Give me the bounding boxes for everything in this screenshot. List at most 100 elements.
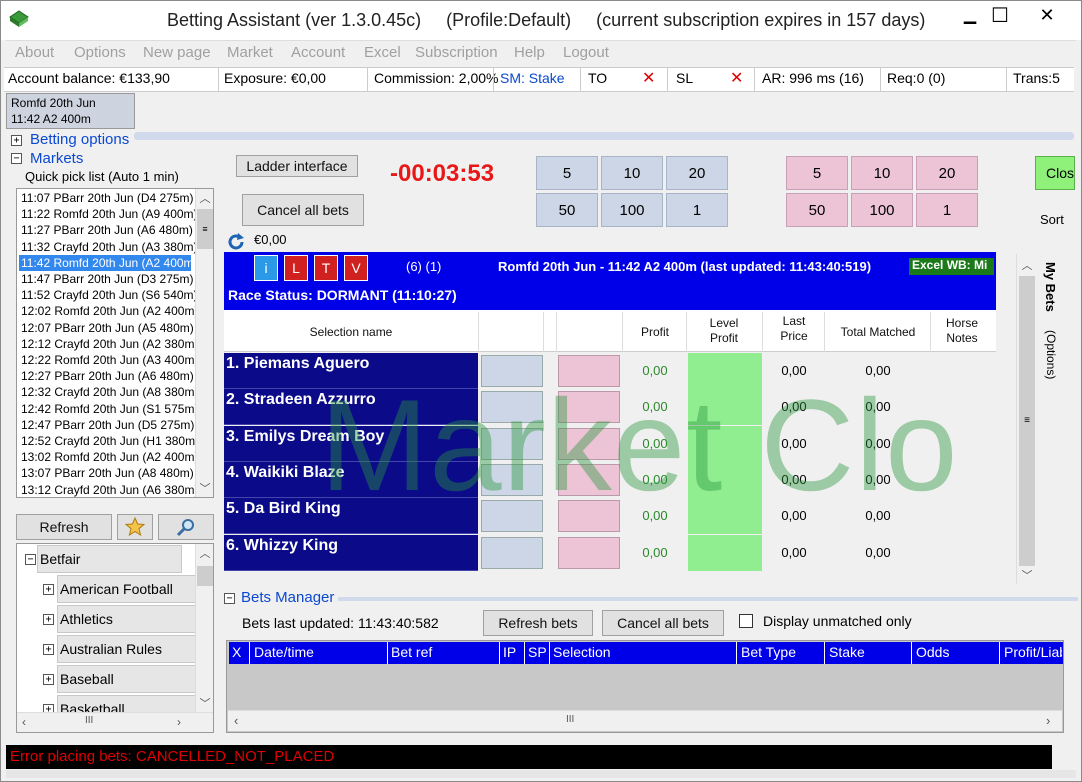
quick-pick-list[interactable]: 11:07 PBarr 20th Jun (D4 275m) 11:22 Romf… xyxy=(16,188,214,498)
quick-pick-item[interactable]: 12:22 Romfd 20th Jun (A3 400m) xyxy=(19,352,198,368)
collapse-icon[interactable]: − xyxy=(25,554,36,565)
favourites-button[interactable] xyxy=(117,514,153,540)
refresh-icon[interactable] xyxy=(226,232,246,252)
tree-root-betfair[interactable]: Betfair xyxy=(37,545,182,573)
header-level-profit[interactable]: Level Profit xyxy=(694,316,754,346)
menu-market[interactable]: Market xyxy=(227,44,273,61)
video-button[interactable]: V xyxy=(344,255,368,281)
back-stake-button[interactable]: 50 xyxy=(536,193,598,227)
lay-price-cell[interactable] xyxy=(558,355,620,387)
menu-new-page[interactable]: New page xyxy=(143,44,211,61)
col-stake[interactable]: Stake xyxy=(829,644,865,660)
back-price-cell[interactable] xyxy=(481,391,543,424)
tree-scrollbar[interactable]: ︿ ﹀ xyxy=(195,544,213,712)
menu-account[interactable]: Account xyxy=(291,44,345,61)
runner-name[interactable]: 6. Whizzy King xyxy=(224,534,478,571)
quick-pick-item[interactable]: 11:52 Crayfd 20th Jun (S6 540m) xyxy=(19,287,198,303)
expand-icon[interactable]: + xyxy=(43,674,54,685)
quick-pick-item[interactable]: 12:12 Crayfd 20th Jun (A2 380m) xyxy=(19,336,198,352)
col-bet-ref[interactable]: Bet ref xyxy=(391,644,432,660)
lay-stake-button[interactable]: 1 xyxy=(916,193,978,227)
market-tab[interactable]: Romfd 20th Jun 11:42 A2 400m xyxy=(6,93,135,129)
lay-stake-button[interactable]: 50 xyxy=(786,193,848,227)
quick-pick-item[interactable]: 12:52 Crayfd 20th Jun (H1 380m) xyxy=(19,433,199,449)
runner-name[interactable]: 1. Piemans Aguero xyxy=(224,353,478,389)
search-button[interactable] xyxy=(158,514,214,540)
back-stake-button[interactable]: 1 xyxy=(666,193,728,227)
betting-options-link[interactable]: Betting options xyxy=(30,131,129,148)
back-price-cell[interactable] xyxy=(481,355,543,387)
my-bets-options[interactable]: (Options) xyxy=(1038,330,1058,379)
back-price-cell[interactable] xyxy=(481,427,543,460)
quick-pick-item[interactable]: 11:07 PBarr 20th Jun (D4 275m) xyxy=(19,190,194,206)
sports-tree[interactable]: − Betfair + American Football + Athletics + A… xyxy=(16,543,214,733)
refresh-button[interactable]: Refresh xyxy=(16,514,112,540)
quick-pick-item[interactable]: 13:07 PBarr 20th Jun (A8 480m) xyxy=(19,465,194,481)
take-offset-off-icon[interactable]: ✕ xyxy=(642,68,655,88)
scroll-down-icon[interactable]: ﹀ xyxy=(196,479,213,497)
col-profit-liability[interactable]: Profit/Liab xyxy=(1004,644,1062,660)
stake-mode-link[interactable]: SM: Stake xyxy=(500,70,565,86)
scroll-thumb[interactable]: III xyxy=(566,714,574,725)
scroll-left-icon[interactable]: ‹ xyxy=(234,713,238,728)
lay-price-cell[interactable] xyxy=(558,391,620,424)
quick-pick-item[interactable]: 12:32 Crayfd 20th Jun (A8 380m) xyxy=(19,384,198,400)
lay-stake-button[interactable]: 10 xyxy=(851,156,913,190)
quick-pick-item[interactable]: 12:47 PBarr 20th Jun (D5 275m) xyxy=(19,417,194,433)
back-price-cell[interactable] xyxy=(481,500,543,533)
my-bets-tab[interactable]: My Bets (Options) xyxy=(1038,256,1064,396)
scroll-up-icon[interactable]: ︿ xyxy=(196,544,213,562)
expand-icon[interactable]: + xyxy=(43,614,54,625)
lay-stake-button[interactable]: 100 xyxy=(851,193,913,227)
quick-pick-item[interactable]: 12:07 PBarr 20th Jun (A5 480m) xyxy=(19,320,194,336)
quick-pick-item[interactable]: 12:42 Romfd 20th Jun (S1 575m) xyxy=(19,401,198,417)
col-selection[interactable]: Selection xyxy=(553,644,611,660)
header-profit[interactable]: Profit xyxy=(624,325,686,340)
tree-hscrollbar[interactable]: ‹ III › xyxy=(17,712,213,732)
menu-logout[interactable]: Logout xyxy=(563,44,609,61)
info-button[interactable]: i xyxy=(254,255,278,281)
runner-name[interactable]: 5. Da Bird King xyxy=(224,498,478,535)
col-cancel[interactable]: X xyxy=(232,644,241,660)
scroll-thumb[interactable]: ≡ xyxy=(1019,276,1035,566)
menu-about[interactable]: About xyxy=(15,44,54,61)
lay-stake-button[interactable]: 20 xyxy=(916,156,978,190)
header-horse-notes[interactable]: Horse Notes xyxy=(936,316,988,346)
back-stake-button[interactable]: 100 xyxy=(601,193,663,227)
header-last-price[interactable]: Last Price xyxy=(770,314,818,344)
close-button[interactable]: ✕ xyxy=(1022,0,1072,30)
tree-item-sport[interactable]: Baseball xyxy=(57,665,199,693)
col-in-play[interactable]: IP xyxy=(503,644,516,660)
quick-pick-item[interactable]: 13:12 Crayfd 20th Jun (A6 380m) xyxy=(19,482,198,497)
quick-pick-item[interactable]: 11:27 PBarr 20th Jun (A6 480m) xyxy=(19,222,193,238)
lay-price-cell[interactable] xyxy=(558,463,620,496)
expand-icon[interactable]: + xyxy=(11,135,22,146)
scroll-down-icon[interactable]: ﹀ xyxy=(196,694,213,712)
maximize-button[interactable]: ☐ xyxy=(980,0,1020,30)
scroll-up-icon[interactable]: ︿ xyxy=(196,189,213,207)
runner-name[interactable]: 3. Emilys Dream Boy xyxy=(224,425,478,462)
col-bet-type[interactable]: Bet Type xyxy=(741,644,796,660)
quick-pick-item[interactable]: 13:02 Romfd 20th Jun (A2 400m) xyxy=(19,449,198,465)
quick-pick-item[interactable]: 11:47 PBarr 20th Jun (D3 275m) xyxy=(19,271,194,287)
runner-name[interactable]: 2. Stradeen Azzurro xyxy=(224,389,478,426)
markets-link[interactable]: Markets xyxy=(30,150,83,167)
cancel-all-bets-manager-button[interactable]: Cancel all bets xyxy=(602,610,724,636)
lay-price-cell[interactable] xyxy=(558,427,620,460)
scroll-thumb[interactable]: ≡ xyxy=(197,209,213,249)
list-scrollbar[interactable]: ︿ ≡ ﹀ xyxy=(195,189,213,497)
quick-pick-item[interactable]: 11:22 Romfd 20th Jun (A9 400m) xyxy=(19,206,198,222)
quick-pick-item[interactable]: 12:27 PBarr 20th Jun (A6 480m) xyxy=(19,368,194,384)
ladder-interface-button[interactable]: Ladder interface xyxy=(236,155,358,177)
bets-hscrollbar[interactable]: ‹ III › xyxy=(228,710,1062,731)
tree-item-sport[interactable]: Australian Rules xyxy=(57,635,199,663)
menu-excel[interactable]: Excel xyxy=(364,44,401,61)
menu-subscription[interactable]: Subscription xyxy=(415,44,498,61)
scroll-thumb[interactable]: III xyxy=(85,715,93,726)
scroll-thumb[interactable] xyxy=(197,566,213,586)
tree-item-sport[interactable]: American Football xyxy=(57,575,199,603)
quick-pick-item[interactable]: 11:42 Romfd 20th Jun (A2 400m) xyxy=(19,254,198,271)
menu-options[interactable]: Options xyxy=(74,44,126,61)
tree-item-sport[interactable]: Athletics xyxy=(57,605,199,633)
back-stake-button[interactable]: 20 xyxy=(666,156,728,190)
